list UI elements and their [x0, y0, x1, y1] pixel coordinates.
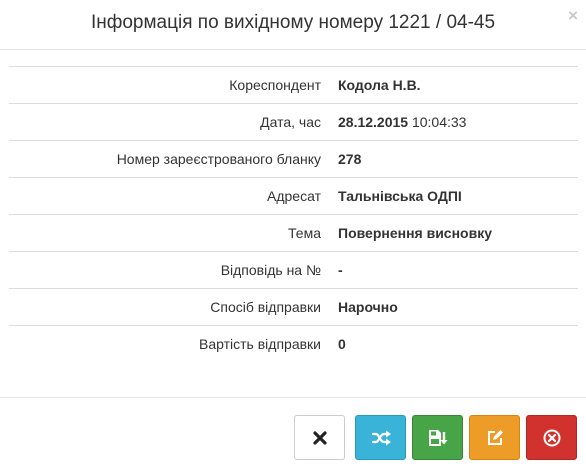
field-label: Відповідь на №	[9, 251, 329, 289]
modal-header: Інформація по вихідному номеру 1221 / 04…	[0, 0, 586, 50]
table-row: Номер зареєстрованого бланку 278	[9, 140, 578, 178]
edit-icon	[487, 429, 503, 445]
field-value: Кодола Н.В.	[329, 66, 578, 104]
field-value: 278	[329, 140, 578, 178]
field-label: Тема	[9, 214, 329, 252]
table-row: Адресат Тальнівська ОДПІ	[9, 177, 578, 215]
remove-circle-icon	[543, 429, 560, 446]
close-button[interactable]: ×	[568, 6, 578, 26]
field-label: Номер зареєстрованого бланку	[9, 140, 329, 178]
close-button[interactable]	[294, 415, 345, 460]
table-row: Тема Повернення висновку	[9, 214, 578, 252]
edit-button[interactable]	[469, 415, 520, 460]
field-value: Повернення висновку	[329, 214, 578, 252]
field-value: Нарочно	[329, 288, 578, 326]
modal-title: Інформація по вихідному номеру 1221 / 04…	[90, 12, 496, 33]
close-icon	[312, 430, 327, 445]
random-button[interactable]	[355, 415, 406, 460]
table-row: Вартість відправки 0	[9, 326, 578, 363]
field-value: -	[329, 251, 578, 289]
save-button[interactable]	[412, 415, 463, 460]
field-label: Спосіб відправки	[9, 288, 329, 326]
field-label: Вартість відправки	[199, 336, 321, 353]
table-row: Кореспондент Кодола Н.В.	[9, 66, 578, 104]
field-value: 0	[338, 336, 346, 353]
modal-footer	[0, 397, 586, 467]
save-icon	[428, 429, 447, 446]
random-icon	[371, 430, 391, 445]
info-table: Кореспондент Кодола Н.В. Дата, час 28.12…	[9, 66, 578, 363]
field-label: Кореспондент	[9, 66, 329, 104]
field-value: 28.12.2015 10:04:33	[329, 103, 578, 141]
table-row: Відповідь на № -	[9, 251, 578, 289]
table-row: Спосіб відправки Нарочно	[9, 288, 578, 326]
date-value: 28.12.2015	[338, 114, 409, 130]
field-label: Дата, час	[9, 103, 329, 141]
table-row: Дата, час 28.12.2015 10:04:33	[9, 103, 578, 141]
field-label: Адресат	[9, 177, 329, 215]
field-value: Тальнівська ОДПІ	[329, 177, 578, 215]
time-value: 10:04:33	[411, 114, 467, 130]
delete-button[interactable]	[526, 415, 577, 460]
